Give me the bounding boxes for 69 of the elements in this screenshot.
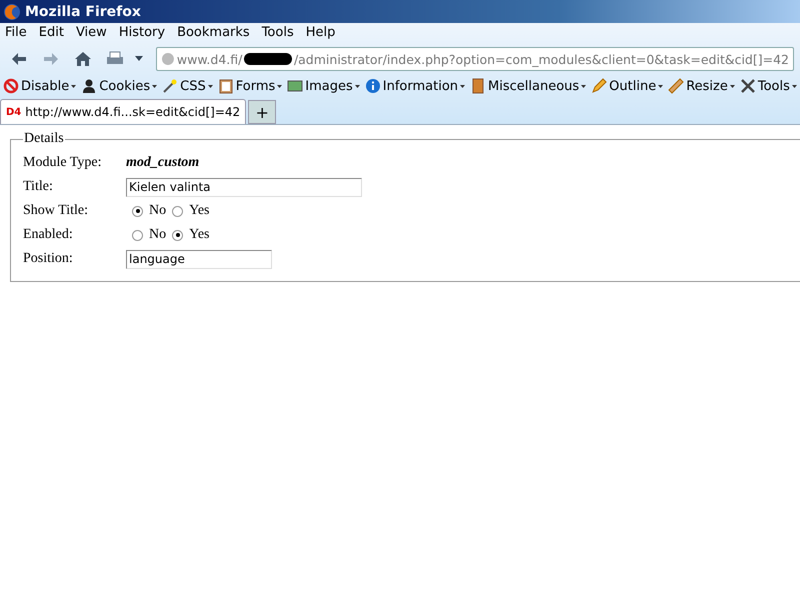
radio-label: No bbox=[149, 227, 166, 243]
field-value: mod_custom bbox=[126, 155, 200, 171]
radio-button[interactable] bbox=[132, 206, 143, 216]
caret-icon bbox=[208, 84, 213, 88]
browser-tab[interactable]: D4 http://www.d4.fi...sk=edit&cid[]=42 bbox=[0, 99, 246, 124]
printer-icon bbox=[106, 51, 124, 67]
radio-button[interactable] bbox=[132, 230, 143, 240]
field-label: Title: bbox=[23, 179, 54, 195]
text-input[interactable]: Kielen valinta bbox=[126, 178, 362, 196]
toolbar-menu-button[interactable]: Miscellaneous bbox=[470, 78, 586, 94]
toolbar-menu-button[interactable]: Outline bbox=[591, 78, 664, 94]
field-label: Show Title: bbox=[23, 203, 89, 219]
toolbar-menu-button[interactable]: Forms bbox=[218, 78, 282, 94]
text-input[interactable]: language bbox=[126, 250, 272, 268]
menu-item[interactable]: View bbox=[76, 25, 107, 40]
group-legend: Details bbox=[23, 131, 65, 147]
toolbar-menu-button[interactable]: CSS bbox=[162, 78, 213, 94]
caret-icon bbox=[71, 84, 76, 88]
info-icon bbox=[364, 78, 381, 94]
prohibited-icon bbox=[3, 78, 19, 94]
toolbar-menu-button[interactable]: Images bbox=[287, 78, 360, 94]
toolbar-menu-button[interactable]: Cookies bbox=[81, 78, 158, 94]
clipboard-icon bbox=[218, 78, 234, 94]
caret-icon bbox=[658, 84, 664, 88]
ruler-icon bbox=[668, 78, 684, 94]
address-bar[interactable]: www.d4.fi/ /administrator/index.php?option=com_modules&client=0&task=edit&cid[]=42 bbox=[156, 47, 794, 71]
redaction-mark bbox=[244, 53, 292, 65]
menu-item[interactable]: Help bbox=[306, 25, 336, 40]
field-label: Position: bbox=[23, 251, 74, 267]
toolbar-menu-button[interactable]: Disable bbox=[3, 78, 76, 94]
menu-item[interactable]: Edit bbox=[38, 25, 64, 40]
radio-label: No bbox=[149, 203, 166, 219]
new-tab-button[interactable]: + bbox=[248, 100, 276, 124]
person-icon bbox=[81, 78, 98, 94]
menu-item[interactable]: Tools bbox=[262, 25, 294, 40]
globe-icon bbox=[161, 52, 175, 66]
home-icon bbox=[75, 52, 91, 66]
pencil-icon bbox=[591, 78, 608, 94]
window-title-text: Mozilla Firefox bbox=[25, 4, 141, 20]
url-text: /administrator/index.php?option=com_modules&client=0&task=edit&cid[]=42 bbox=[294, 52, 789, 66]
radio-label: Yes bbox=[189, 203, 210, 219]
caret-icon bbox=[730, 84, 735, 88]
favicon: D4 bbox=[6, 106, 22, 118]
url-text: www.d4.fi/ bbox=[176, 52, 242, 66]
radio-button[interactable] bbox=[172, 230, 184, 240]
toolbar-menu-button[interactable]: Tools bbox=[740, 78, 797, 94]
toolbar-menu-button[interactable]: Resize bbox=[668, 78, 735, 94]
caret-icon bbox=[792, 84, 797, 88]
caret-icon bbox=[152, 84, 158, 88]
forward-arrow-icon bbox=[44, 53, 58, 65]
wand-icon bbox=[162, 78, 178, 94]
caret-icon bbox=[460, 84, 466, 88]
menu-item[interactable]: History bbox=[118, 25, 166, 40]
book-icon bbox=[470, 78, 486, 94]
caret-icon bbox=[581, 84, 586, 88]
caret-icon bbox=[354, 84, 360, 88]
field-label: Enabled: bbox=[23, 227, 74, 243]
field-label: Module Type: bbox=[23, 155, 102, 171]
tab-title: http://www.d4.fi...sk=edit&cid[]=42 bbox=[25, 105, 240, 119]
caret-icon bbox=[277, 84, 282, 88]
menu-item[interactable]: Bookmarks bbox=[177, 25, 250, 40]
dropdown-caret-icon[interactable] bbox=[134, 56, 144, 62]
fox-globe-icon bbox=[3, 2, 21, 20]
toolbar-menu-button[interactable]: Information bbox=[364, 78, 466, 94]
radio-button[interactable] bbox=[172, 206, 184, 216]
image-icon bbox=[287, 78, 304, 94]
menu-item[interactable]: File bbox=[5, 25, 27, 40]
back-arrow-icon bbox=[12, 53, 26, 65]
radio-label: Yes bbox=[189, 227, 210, 243]
